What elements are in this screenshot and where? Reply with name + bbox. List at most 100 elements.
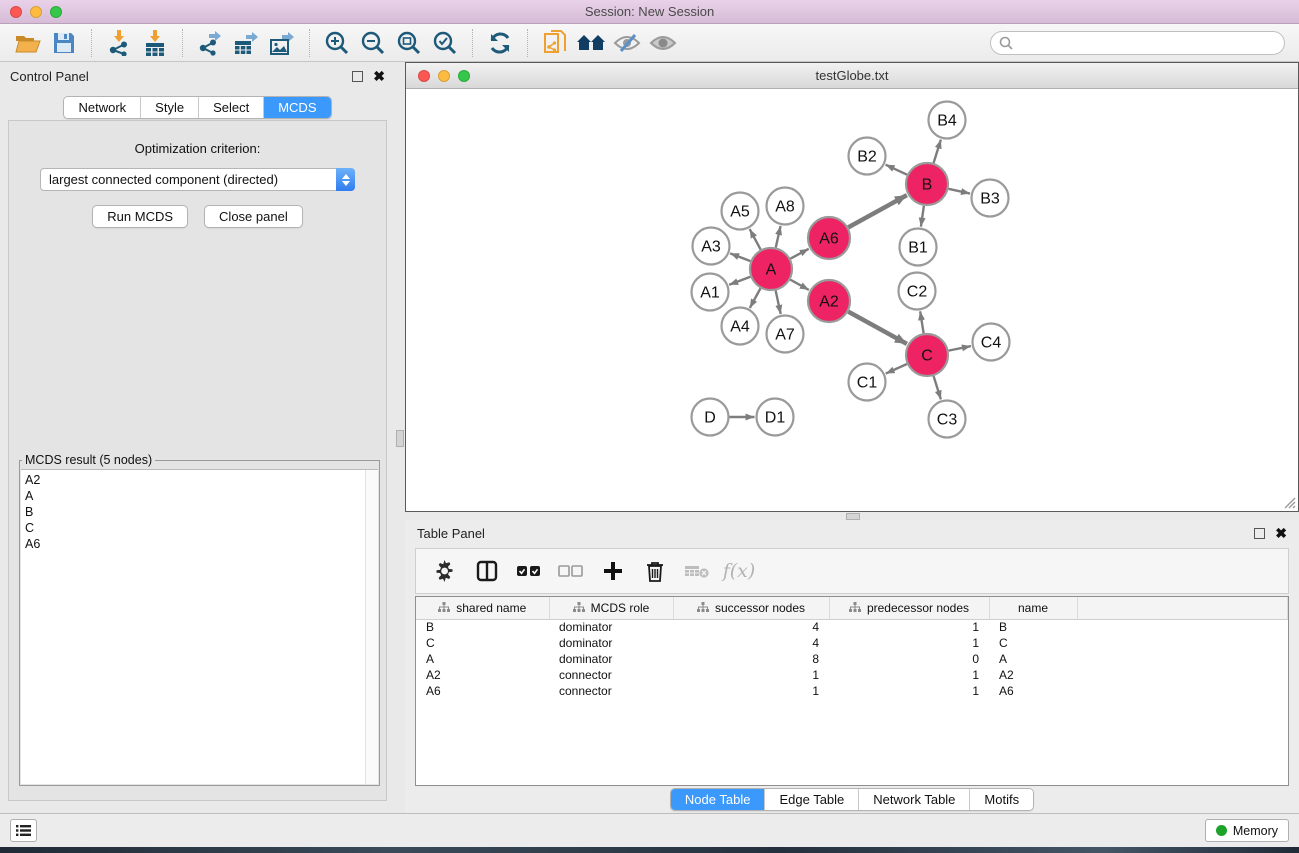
tab-style[interactable]: Style bbox=[140, 97, 198, 118]
minimize-network-window-button[interactable] bbox=[438, 70, 450, 82]
column-header-mcds-role[interactable]: MCDS role bbox=[549, 597, 673, 619]
export-network-icon[interactable] bbox=[192, 27, 228, 59]
edge-A-A7[interactable] bbox=[776, 291, 781, 314]
edge-A-A3[interactable] bbox=[730, 253, 750, 261]
table-row[interactable]: Bdominator41B bbox=[416, 619, 1288, 635]
table-row[interactable]: Adominator80A bbox=[416, 651, 1288, 667]
edge-C-C1[interactable] bbox=[886, 364, 907, 374]
table-toolbar: f(x) bbox=[415, 548, 1289, 594]
deselect-all-icon[interactable] bbox=[552, 553, 590, 589]
node-label-B: B bbox=[922, 177, 933, 194]
node-label-A4: A4 bbox=[730, 319, 750, 336]
column-icon[interactable] bbox=[468, 553, 506, 589]
column-header-name[interactable]: name bbox=[989, 597, 1077, 619]
edge-A-A2[interactable] bbox=[790, 280, 809, 290]
import-network-icon[interactable] bbox=[101, 27, 137, 59]
export-image-icon[interactable] bbox=[264, 27, 300, 59]
delete-icon[interactable] bbox=[636, 553, 674, 589]
task-list-button[interactable] bbox=[10, 819, 37, 842]
export-table-icon[interactable] bbox=[228, 27, 264, 59]
gear-icon[interactable] bbox=[426, 553, 464, 589]
table-tab-node-table[interactable]: Node Table bbox=[671, 789, 765, 810]
mcds-result-item[interactable]: B bbox=[25, 504, 378, 520]
open-session-icon[interactable] bbox=[10, 27, 46, 59]
memory-button[interactable]: Memory bbox=[1205, 819, 1289, 842]
home-icon[interactable] bbox=[573, 27, 609, 59]
edge-B-B1[interactable] bbox=[921, 206, 924, 227]
table-tab-edge-table[interactable]: Edge Table bbox=[764, 789, 858, 810]
minimize-window-button[interactable] bbox=[30, 6, 42, 18]
column-header-shared-name[interactable]: shared name bbox=[416, 597, 549, 619]
node-label-B1: B1 bbox=[908, 240, 928, 257]
edge-C-C4[interactable] bbox=[949, 346, 971, 351]
save-session-icon[interactable] bbox=[46, 27, 82, 59]
mcds-result-list[interactable]: A2ABCA6 bbox=[21, 469, 378, 784]
tree-icon bbox=[849, 602, 861, 613]
table-row[interactable]: A2connector11A2 bbox=[416, 667, 1288, 683]
close-table-panel-icon[interactable]: ✖ bbox=[1275, 528, 1287, 539]
table-tab-motifs[interactable]: Motifs bbox=[969, 789, 1033, 810]
show-eye-icon[interactable] bbox=[645, 27, 681, 59]
float-panel-icon[interactable] bbox=[352, 71, 363, 82]
tab-network[interactable]: Network bbox=[64, 97, 140, 118]
app-title: Session: New Session bbox=[585, 4, 714, 19]
tab-select[interactable]: Select bbox=[198, 97, 263, 118]
network-window-titlebar[interactable]: testGlobe.txt bbox=[406, 63, 1298, 89]
node-label-A7: A7 bbox=[775, 327, 795, 344]
column-header-successor-nodes[interactable]: successor nodes bbox=[673, 597, 829, 619]
edge-A-A4[interactable] bbox=[750, 288, 761, 308]
function-icon: f(x) bbox=[720, 553, 758, 589]
network-canvas[interactable]: B4B2BB3A8A5A6A3B1AA1C2A2A4A7C4CC1C3DD1 bbox=[406, 89, 1298, 511]
edge-C-C2[interactable] bbox=[920, 311, 923, 333]
mcds-result-item[interactable]: A2 bbox=[25, 472, 378, 488]
zoom-selected-icon[interactable] bbox=[427, 27, 463, 59]
edge-A-A8[interactable] bbox=[776, 226, 781, 248]
table-row[interactable]: Cdominator41C bbox=[416, 635, 1288, 651]
edge-A2-C[interactable] bbox=[848, 312, 907, 344]
edge-C-C3[interactable] bbox=[934, 376, 941, 399]
search-field[interactable] bbox=[990, 31, 1285, 55]
vertical-splitter-handle[interactable] bbox=[396, 430, 404, 447]
edge-A6-B[interactable] bbox=[848, 195, 907, 227]
table-tab-network-table[interactable]: Network Table bbox=[858, 789, 969, 810]
close-network-window-button[interactable] bbox=[418, 70, 430, 82]
zoom-out-icon[interactable] bbox=[355, 27, 391, 59]
close-panel-icon[interactable]: ✖ bbox=[373, 71, 385, 82]
import-table-icon[interactable] bbox=[137, 27, 173, 59]
close-panel-button[interactable]: Close panel bbox=[204, 205, 303, 228]
edge-A-A6[interactable] bbox=[790, 249, 808, 259]
horizontal-splitter-handle[interactable] bbox=[846, 513, 860, 520]
result-list-scrollbar[interactable] bbox=[365, 470, 378, 784]
optimization-criterion-dropdown[interactable]: largest connected component (directed) bbox=[40, 168, 355, 191]
share-document-icon[interactable] bbox=[537, 27, 573, 59]
run-mcds-button[interactable]: Run MCDS bbox=[92, 205, 188, 228]
hide-eye-icon[interactable] bbox=[609, 27, 645, 59]
node-label-B2: B2 bbox=[857, 149, 877, 166]
edge-A-A1[interactable] bbox=[729, 277, 750, 285]
table-row[interactable]: A6connector11A6 bbox=[416, 683, 1288, 699]
tab-mcds[interactable]: MCDS bbox=[263, 97, 330, 118]
main-toolbar bbox=[0, 24, 1299, 62]
zoom-fit-icon[interactable] bbox=[391, 27, 427, 59]
search-icon bbox=[999, 36, 1013, 50]
close-window-button[interactable] bbox=[10, 6, 22, 18]
float-table-panel-icon[interactable] bbox=[1254, 528, 1265, 539]
edge-B-B4[interactable] bbox=[934, 140, 941, 163]
zoom-in-icon[interactable] bbox=[319, 27, 355, 59]
mcds-result-item[interactable]: A bbox=[25, 488, 378, 504]
maximize-window-button[interactable] bbox=[50, 6, 62, 18]
maximize-network-window-button[interactable] bbox=[458, 70, 470, 82]
column-header-predecessor-nodes[interactable]: predecessor nodes bbox=[829, 597, 989, 619]
add-icon[interactable] bbox=[594, 553, 632, 589]
select-all-icon[interactable] bbox=[510, 553, 548, 589]
edge-B-B2[interactable] bbox=[886, 165, 907, 175]
node-label-D1: D1 bbox=[765, 410, 786, 427]
resize-grip-icon[interactable] bbox=[1282, 495, 1296, 509]
edge-A-A5[interactable] bbox=[750, 229, 761, 250]
tree-icon bbox=[438, 602, 450, 613]
refresh-icon[interactable] bbox=[482, 27, 518, 59]
edge-B-B3[interactable] bbox=[948, 189, 970, 194]
search-input[interactable] bbox=[1019, 36, 1276, 50]
mcds-result-item[interactable]: A6 bbox=[25, 536, 378, 552]
mcds-result-item[interactable]: C bbox=[25, 520, 378, 536]
